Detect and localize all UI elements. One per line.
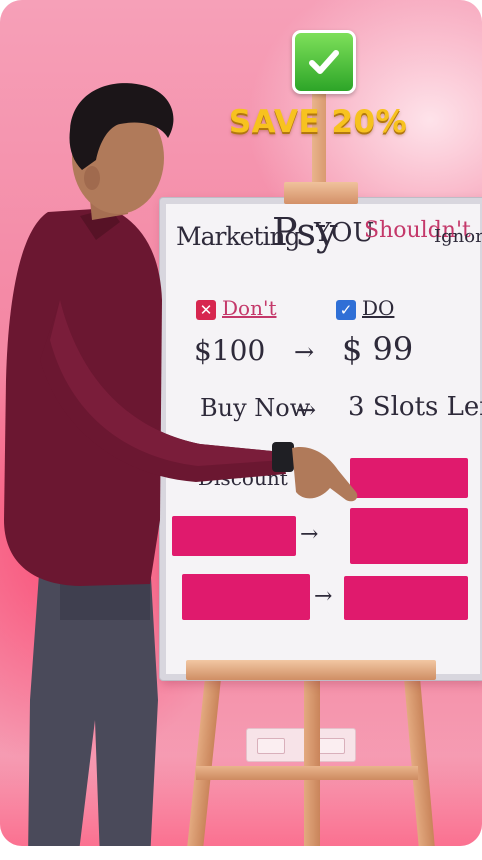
save-percent-text: SAVE 20% <box>228 104 408 140</box>
check-mark-icon <box>292 30 356 94</box>
video-frame: Marketing Psy YOU Shouldn't Ignore ✕ Don… <box>0 0 482 846</box>
